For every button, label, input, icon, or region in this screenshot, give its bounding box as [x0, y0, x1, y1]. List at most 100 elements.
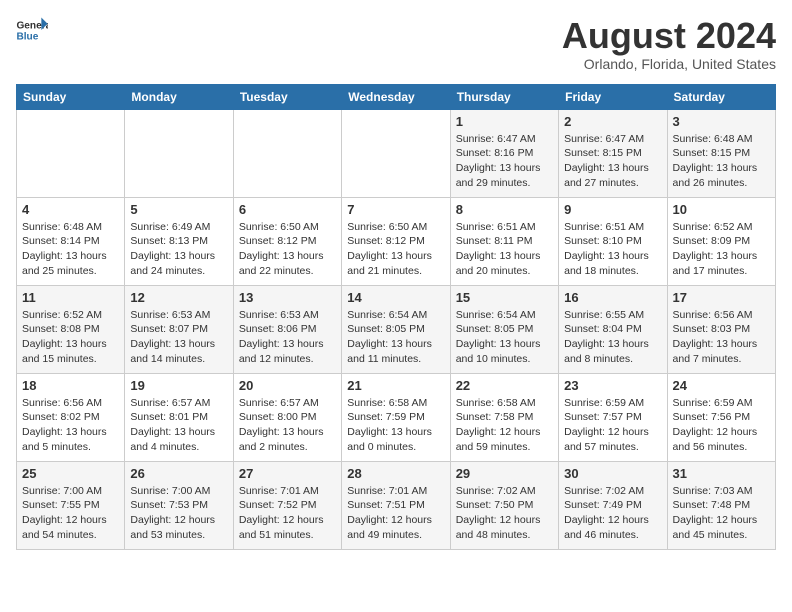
- day-number: 1: [456, 114, 553, 129]
- day-info: Sunrise: 6:54 AM Sunset: 8:05 PM Dayligh…: [456, 308, 553, 367]
- calendar-week-row: 25Sunrise: 7:00 AM Sunset: 7:55 PM Dayli…: [17, 461, 776, 549]
- day-info: Sunrise: 7:01 AM Sunset: 7:52 PM Dayligh…: [239, 484, 336, 543]
- day-info: Sunrise: 6:56 AM Sunset: 8:03 PM Dayligh…: [673, 308, 770, 367]
- day-number: 15: [456, 290, 553, 305]
- day-number: 6: [239, 202, 336, 217]
- day-info: Sunrise: 6:48 AM Sunset: 8:14 PM Dayligh…: [22, 220, 119, 279]
- day-info: Sunrise: 6:57 AM Sunset: 8:00 PM Dayligh…: [239, 396, 336, 455]
- day-number: 29: [456, 466, 553, 481]
- table-row: 22Sunrise: 6:58 AM Sunset: 7:58 PM Dayli…: [450, 373, 558, 461]
- table-row: 24 Sunrise: 6:59 AM Sunset: 7:56 PM Dayli…: [667, 373, 775, 461]
- day-number: 7: [347, 202, 444, 217]
- table-row: [342, 109, 450, 197]
- calendar-title: August 2024: [562, 16, 776, 56]
- header-monday: Monday: [125, 84, 233, 109]
- day-info: Sunrise: 7:00 AM Sunset: 7:53 PM Dayligh…: [130, 484, 227, 543]
- day-info: Sunrise: 6:59 AM Sunset: 7:57 PM Dayligh…: [564, 396, 661, 455]
- day-info: Sunrise: 7:03 AM Sunset: 7:48 PM Dayligh…: [673, 484, 770, 543]
- table-row: 19 Sunrise: 6:57 AM Sunset: 8:01 PM Dayli…: [125, 373, 233, 461]
- day-number: 17: [673, 290, 770, 305]
- day-info: Sunrise: 6:53 AM Sunset: 8:07 PM Dayligh…: [130, 308, 227, 367]
- table-row: 9Sunrise: 6:51 AM Sunset: 8:10 PM Daylig…: [559, 197, 667, 285]
- day-number: 8: [456, 202, 553, 217]
- day-number: 23: [564, 378, 661, 393]
- day-info: Sunrise: 6:52 AM Sunset: 8:09 PM Dayligh…: [673, 220, 770, 279]
- table-row: 11 Sunrise: 6:52 AM Sunset: 8:08 PM Dayli…: [17, 285, 125, 373]
- table-row: 14 Sunrise: 6:54 AM Sunset: 8:05 PM Dayli…: [342, 285, 450, 373]
- day-info: Sunrise: 6:59 AM Sunset: 7:56 PM Dayligh…: [673, 396, 770, 455]
- table-row: [17, 109, 125, 197]
- day-number: 22: [456, 378, 553, 393]
- table-row: 13Sunrise: 6:53 AM Sunset: 8:06 PM Dayli…: [233, 285, 341, 373]
- day-number: 11: [22, 290, 119, 305]
- header-wednesday: Wednesday: [342, 84, 450, 109]
- table-row: 25Sunrise: 7:00 AM Sunset: 7:55 PM Dayli…: [17, 461, 125, 549]
- calendar-week-row: 1 Sunrise: 6:47 AM Sunset: 8:16 PM Daylig…: [17, 109, 776, 197]
- day-info: Sunrise: 6:50 AM Sunset: 8:12 PM Dayligh…: [239, 220, 336, 279]
- day-info: Sunrise: 6:51 AM Sunset: 8:11 PM Dayligh…: [456, 220, 553, 279]
- logo-icon: General Blue: [16, 16, 48, 44]
- day-number: 3: [673, 114, 770, 129]
- table-row: 10 Sunrise: 6:52 AM Sunset: 8:09 PM Dayli…: [667, 197, 775, 285]
- day-number: 28: [347, 466, 444, 481]
- day-info: Sunrise: 6:50 AM Sunset: 8:12 PM Dayligh…: [347, 220, 444, 279]
- day-info: Sunrise: 6:58 AM Sunset: 7:59 PM Dayligh…: [347, 396, 444, 455]
- day-info: Sunrise: 7:02 AM Sunset: 7:50 PM Dayligh…: [456, 484, 553, 543]
- table-row: [125, 109, 233, 197]
- day-number: 2: [564, 114, 661, 129]
- day-info: Sunrise: 6:52 AM Sunset: 8:08 PM Dayligh…: [22, 308, 119, 367]
- day-number: 21: [347, 378, 444, 393]
- day-number: 20: [239, 378, 336, 393]
- table-row: 3Sunrise: 6:48 AM Sunset: 8:15 PM Daylig…: [667, 109, 775, 197]
- table-row: 20 Sunrise: 6:57 AM Sunset: 8:00 PM Dayli…: [233, 373, 341, 461]
- day-number: 26: [130, 466, 227, 481]
- day-info: Sunrise: 6:55 AM Sunset: 8:04 PM Dayligh…: [564, 308, 661, 367]
- header-friday: Friday: [559, 84, 667, 109]
- weekday-header-row: Sunday Monday Tuesday Wednesday Thursday…: [17, 84, 776, 109]
- table-row: 31 Sunrise: 7:03 AM Sunset: 7:48 PM Dayli…: [667, 461, 775, 549]
- table-row: 18 Sunrise: 6:56 AM Sunset: 8:02 PM Dayli…: [17, 373, 125, 461]
- table-row: 29 Sunrise: 7:02 AM Sunset: 7:50 PM Dayli…: [450, 461, 558, 549]
- header-sunday: Sunday: [17, 84, 125, 109]
- day-number: 16: [564, 290, 661, 305]
- day-number: 27: [239, 466, 336, 481]
- day-number: 18: [22, 378, 119, 393]
- day-number: 10: [673, 202, 770, 217]
- header-tuesday: Tuesday: [233, 84, 341, 109]
- calendar-subtitle: Orlando, Florida, United States: [562, 56, 776, 72]
- day-number: 19: [130, 378, 227, 393]
- day-info: Sunrise: 6:49 AM Sunset: 8:13 PM Dayligh…: [130, 220, 227, 279]
- day-number: 30: [564, 466, 661, 481]
- table-row: 15 Sunrise: 6:54 AM Sunset: 8:05 PM Dayli…: [450, 285, 558, 373]
- table-row: 30 Sunrise: 7:02 AM Sunset: 7:49 PM Dayli…: [559, 461, 667, 549]
- day-info: Sunrise: 6:57 AM Sunset: 8:01 PM Dayligh…: [130, 396, 227, 455]
- header-saturday: Saturday: [667, 84, 775, 109]
- table-row: 27 Sunrise: 7:01 AM Sunset: 7:52 PM Dayli…: [233, 461, 341, 549]
- day-number: 24: [673, 378, 770, 393]
- table-row: 28 Sunrise: 7:01 AM Sunset: 7:51 PM Dayli…: [342, 461, 450, 549]
- calendar-week-row: 18 Sunrise: 6:56 AM Sunset: 8:02 PM Dayli…: [17, 373, 776, 461]
- day-info: Sunrise: 6:56 AM Sunset: 8:02 PM Dayligh…: [22, 396, 119, 455]
- day-info: Sunrise: 6:53 AM Sunset: 8:06 PM Dayligh…: [239, 308, 336, 367]
- day-info: Sunrise: 7:01 AM Sunset: 7:51 PM Dayligh…: [347, 484, 444, 543]
- day-number: 31: [673, 466, 770, 481]
- table-row: 17 Sunrise: 6:56 AM Sunset: 8:03 PM Dayli…: [667, 285, 775, 373]
- day-number: 14: [347, 290, 444, 305]
- table-row: 1 Sunrise: 6:47 AM Sunset: 8:16 PM Daylig…: [450, 109, 558, 197]
- logo: General Blue: [16, 16, 48, 44]
- day-info: Sunrise: 6:51 AM Sunset: 8:10 PM Dayligh…: [564, 220, 661, 279]
- table-row: 4 Sunrise: 6:48 AM Sunset: 8:14 PM Daylig…: [17, 197, 125, 285]
- table-row: 16 Sunrise: 6:55 AM Sunset: 8:04 PM Dayli…: [559, 285, 667, 373]
- table-row: 7 Sunrise: 6:50 AM Sunset: 8:12 PM Daylig…: [342, 197, 450, 285]
- table-row: 21 Sunrise: 6:58 AM Sunset: 7:59 PM Dayli…: [342, 373, 450, 461]
- day-info: Sunrise: 7:02 AM Sunset: 7:49 PM Dayligh…: [564, 484, 661, 543]
- table-row: 23 Sunrise: 6:59 AM Sunset: 7:57 PM Dayli…: [559, 373, 667, 461]
- day-number: 25: [22, 466, 119, 481]
- table-row: 8 Sunrise: 6:51 AM Sunset: 8:11 PM Daylig…: [450, 197, 558, 285]
- day-info: Sunrise: 6:47 AM Sunset: 8:15 PM Dayligh…: [564, 132, 661, 191]
- table-row: 6 Sunrise: 6:50 AM Sunset: 8:12 PM Daylig…: [233, 197, 341, 285]
- day-info: Sunrise: 6:54 AM Sunset: 8:05 PM Dayligh…: [347, 308, 444, 367]
- day-info: Sunrise: 6:47 AM Sunset: 8:16 PM Dayligh…: [456, 132, 553, 191]
- page-header: General Blue August 2024 Orlando, Florid…: [16, 16, 776, 72]
- day-number: 4: [22, 202, 119, 217]
